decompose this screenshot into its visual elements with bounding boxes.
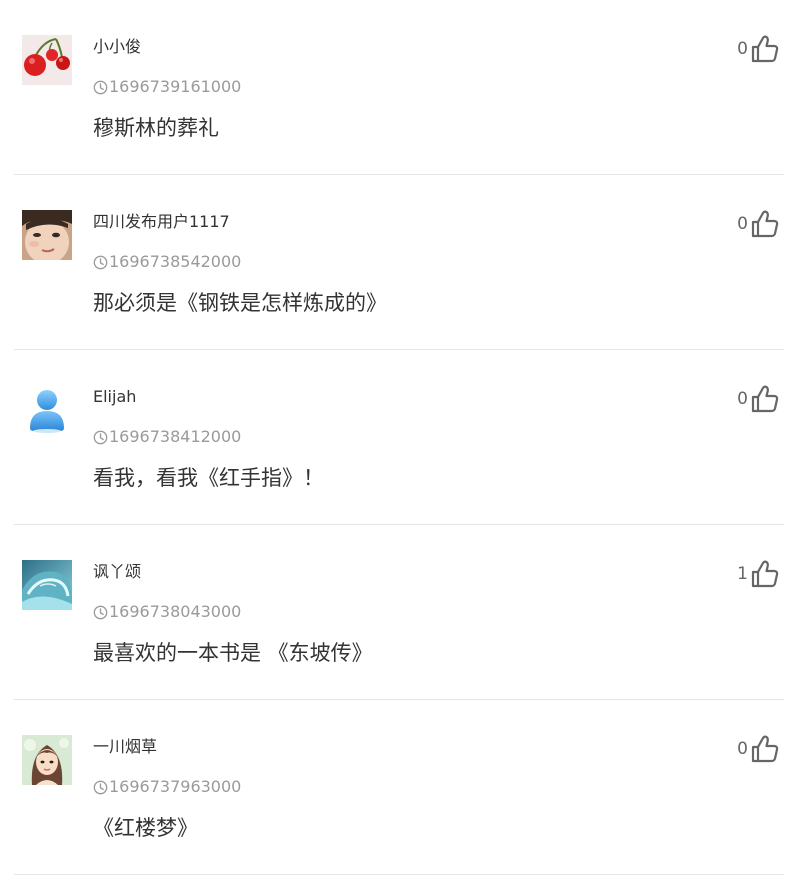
like-count: 0 bbox=[737, 39, 748, 59]
avatar[interactable] bbox=[22, 385, 72, 435]
girl-illustration-avatar bbox=[22, 735, 72, 785]
comment-item: 小小俊 1696739161000 穆斯林的葬礼 0 bbox=[14, 0, 784, 175]
username[interactable]: 小小俊 bbox=[93, 36, 141, 58]
like-count: 1 bbox=[737, 564, 748, 584]
timestamp-value: 1696738542000 bbox=[109, 252, 242, 271]
timestamp: 1696738412000 bbox=[93, 426, 241, 448]
like-count: 0 bbox=[737, 389, 748, 409]
thumbs-up-icon[interactable] bbox=[750, 384, 780, 414]
username[interactable]: Elijah bbox=[93, 386, 136, 408]
clock-icon bbox=[93, 605, 108, 619]
avatar[interactable] bbox=[22, 560, 72, 610]
comment-text: 最喜欢的一本书是 《东坡传》 bbox=[93, 641, 373, 665]
username[interactable]: 四川发布用户1117 bbox=[93, 211, 230, 233]
like-count: 0 bbox=[737, 739, 748, 759]
clock-icon bbox=[93, 80, 108, 94]
timestamp: 1696739161000 bbox=[93, 76, 241, 98]
comment-text: 那必须是《钢铁是怎样炼成的》 bbox=[93, 291, 387, 315]
avatar[interactable] bbox=[22, 210, 72, 260]
clock-icon bbox=[93, 780, 108, 794]
timestamp: 1696738542000 bbox=[93, 251, 241, 273]
like-button[interactable]: 0 bbox=[737, 734, 780, 764]
username[interactable]: 讽丫颂 bbox=[93, 561, 141, 583]
timestamp-value: 1696739161000 bbox=[109, 77, 242, 96]
avatar[interactable] bbox=[22, 35, 72, 85]
like-count: 0 bbox=[737, 214, 748, 234]
child-face-avatar bbox=[22, 210, 72, 260]
username[interactable]: 一川烟草 bbox=[93, 736, 157, 758]
like-button[interactable]: 0 bbox=[737, 384, 780, 414]
like-button[interactable]: 0 bbox=[737, 34, 780, 64]
comment-item: 一川烟草 1696737963000 《红楼梦》 0 bbox=[14, 700, 784, 875]
clock-icon bbox=[93, 430, 108, 444]
thumbs-up-icon[interactable] bbox=[750, 209, 780, 239]
thumbs-up-icon[interactable] bbox=[750, 34, 780, 64]
timestamp-value: 1696737963000 bbox=[109, 777, 242, 796]
ocean-wave-avatar bbox=[22, 560, 72, 610]
comment-item: 讽丫颂 1696738043000 最喜欢的一本书是 《东坡传》 1 bbox=[14, 525, 784, 700]
like-button[interactable]: 0 bbox=[737, 209, 780, 239]
comment-text: 看我，看我《红手指》！ bbox=[93, 466, 324, 490]
timestamp: 1696738043000 bbox=[93, 601, 241, 623]
comment-text: 《红楼梦》 bbox=[93, 816, 198, 840]
comment-text: 穆斯林的葬礼 bbox=[93, 116, 219, 140]
avatar[interactable] bbox=[22, 735, 72, 785]
timestamp-value: 1696738412000 bbox=[109, 427, 242, 446]
default-user-avatar bbox=[22, 385, 72, 435]
thumbs-up-icon[interactable] bbox=[750, 734, 780, 764]
comment-list: 小小俊 1696739161000 穆斯林的葬礼 0 四川发布用户1117 16… bbox=[0, 0, 798, 875]
comment-item: Elijah 1696738412000 看我，看我《红手指》！ 0 bbox=[14, 350, 784, 525]
comment-item: 四川发布用户1117 1696738542000 那必须是《钢铁是怎样炼成的》 … bbox=[14, 175, 784, 350]
thumbs-up-icon[interactable] bbox=[750, 559, 780, 589]
cherries-avatar bbox=[22, 35, 72, 85]
clock-icon bbox=[93, 255, 108, 269]
timestamp-value: 1696738043000 bbox=[109, 602, 242, 621]
like-button[interactable]: 1 bbox=[737, 559, 780, 589]
timestamp: 1696737963000 bbox=[93, 776, 241, 798]
